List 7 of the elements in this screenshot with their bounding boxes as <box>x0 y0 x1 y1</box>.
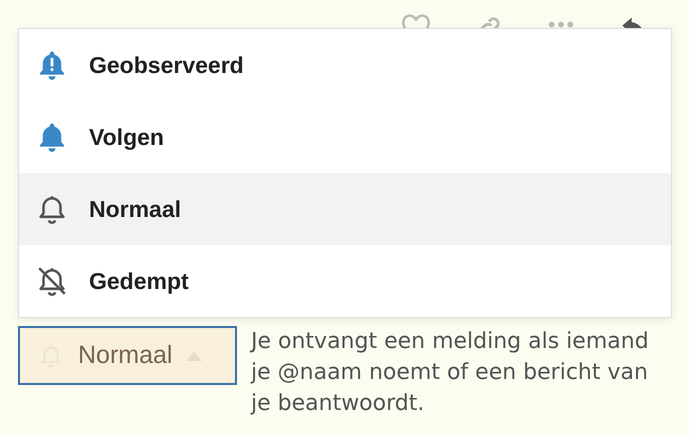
menu-item[interactable]: Geobserveerd <box>19 29 671 101</box>
notification-dropdown[interactable]: Normaal <box>18 326 237 385</box>
menu-item[interactable]: Normaal <box>19 173 671 245</box>
menu-item[interactable]: Volgen <box>19 101 671 173</box>
menu-item[interactable]: Gedempt <box>19 245 671 317</box>
caret-icon <box>186 350 202 360</box>
description-text: Je ontvangt een melding als iemand je @naam noemt of een bericht van je beantwoordt. <box>251 328 650 418</box>
